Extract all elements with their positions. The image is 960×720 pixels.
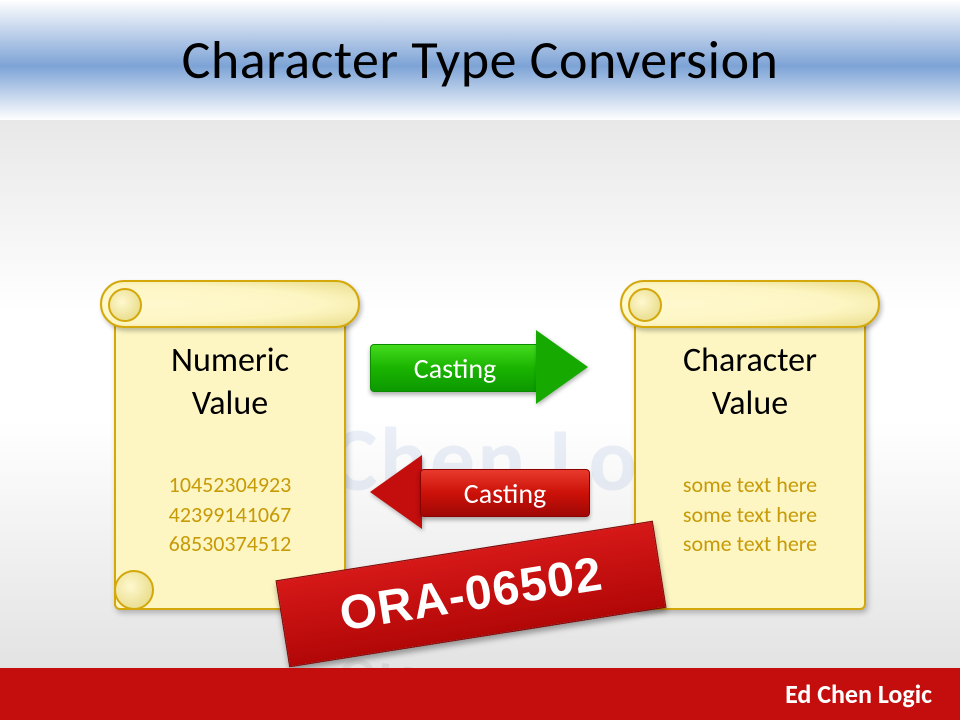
- data-row: some text here: [683, 471, 817, 498]
- slide: Character Type Conversion Ed Chen Logic …: [0, 0, 960, 720]
- heading-line: Numeric: [171, 340, 289, 381]
- scroll-curl-icon: [114, 570, 154, 610]
- numeric-data: 10452304923 42399141067 68530374512: [114, 470, 346, 559]
- character-data: some text here some text here some text …: [634, 470, 866, 559]
- scroll-curl-icon: [628, 288, 662, 322]
- heading-line: Value: [712, 383, 788, 424]
- data-row: 42399141067: [169, 501, 292, 528]
- numeric-heading: Numeric Value: [114, 340, 346, 425]
- scroll-curl-icon: [108, 288, 142, 322]
- scroll-top-icon: [100, 280, 360, 328]
- arrow-label: Casting: [370, 344, 540, 392]
- arrow-right-icon: [536, 330, 588, 404]
- body-area: Ed Chen Logic Numeric Value 10452304923 …: [0, 120, 960, 668]
- data-row: 10452304923: [169, 471, 292, 498]
- footer-bar: Ed Chen Logic: [0, 668, 960, 720]
- title-band: Character Type Conversion: [0, 0, 960, 120]
- character-heading: Character Value: [634, 340, 866, 425]
- heading-line: Character: [683, 340, 817, 381]
- arrow-label: Casting: [420, 469, 590, 517]
- heading-line: Value: [192, 383, 268, 424]
- data-row: 68530374512: [169, 530, 292, 557]
- arrow-left-icon: [370, 455, 422, 529]
- data-row: some text here: [683, 530, 817, 557]
- casting-forward-arrow: Casting: [370, 330, 588, 404]
- casting-back-arrow: Casting: [370, 455, 588, 529]
- data-row: some text here: [683, 501, 817, 528]
- slide-title: Character Type Conversion: [182, 27, 779, 93]
- footer-brand: Ed Chen Logic: [785, 678, 932, 710]
- scroll-top-icon: [620, 280, 880, 328]
